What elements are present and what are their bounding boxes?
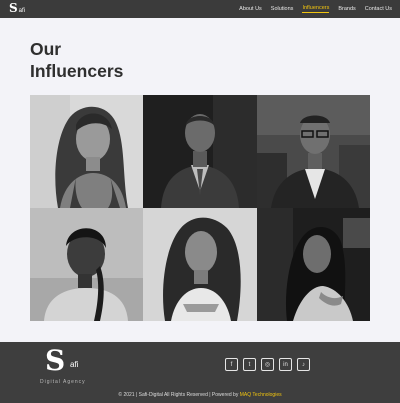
copyright-prefix: © 2021 | Safi-Digital All Rights Reserve… — [118, 392, 240, 398]
nav-link-brands[interactable]: Brands — [338, 6, 355, 13]
nav-links: About Us Solutions Influencers Brands Co… — [239, 0, 392, 18]
instagram-icon[interactable]: ◎ — [261, 358, 274, 371]
influencer-photo-6[interactable] — [257, 208, 370, 321]
powered-by-link[interactable]: MAQ Technologies — [240, 392, 282, 398]
footer-logo-letter: S — [45, 344, 66, 377]
influencer-photo-5[interactable] — [143, 208, 257, 321]
tiktok-icon[interactable]: ♪ — [297, 358, 310, 371]
copyright-text: © 2021 | Safi-Digital All Rights Reserve… — [0, 392, 400, 398]
site-logo[interactable]: S afi — [9, 1, 26, 15]
facebook-icon[interactable]: f — [225, 358, 238, 371]
influencer-photo-3[interactable] — [257, 95, 370, 208]
page-title: Our Influencers — [30, 38, 123, 82]
influencer-photo-2[interactable] — [143, 95, 257, 208]
footer-logo-word: afi — [70, 360, 79, 369]
nav-link-contact-us[interactable]: Contact Us — [365, 6, 392, 13]
linkedin-icon[interactable]: in — [279, 358, 292, 371]
page-title-line-2: Influencers — [30, 61, 124, 81]
page-title-line-1: Our — [30, 39, 62, 59]
twitter-icon[interactable]: t — [243, 358, 256, 371]
footer-tagline: Digital Agency — [40, 379, 86, 385]
top-navigation-bar: S afi About Us Solutions Influencers Bra… — [0, 0, 400, 18]
logo-letter: S — [9, 1, 18, 15]
nav-link-influencers[interactable]: Influencers — [302, 5, 330, 13]
logo-word: afi — [18, 8, 26, 14]
influencer-photo-1[interactable] — [30, 95, 143, 208]
nav-link-about-us[interactable]: About Us — [239, 6, 262, 13]
influencer-grid — [30, 95, 370, 321]
social-links: f t ◎ in ♪ — [225, 358, 310, 371]
influencer-photo-4[interactable] — [30, 208, 143, 321]
nav-link-solutions[interactable]: Solutions — [271, 6, 294, 13]
